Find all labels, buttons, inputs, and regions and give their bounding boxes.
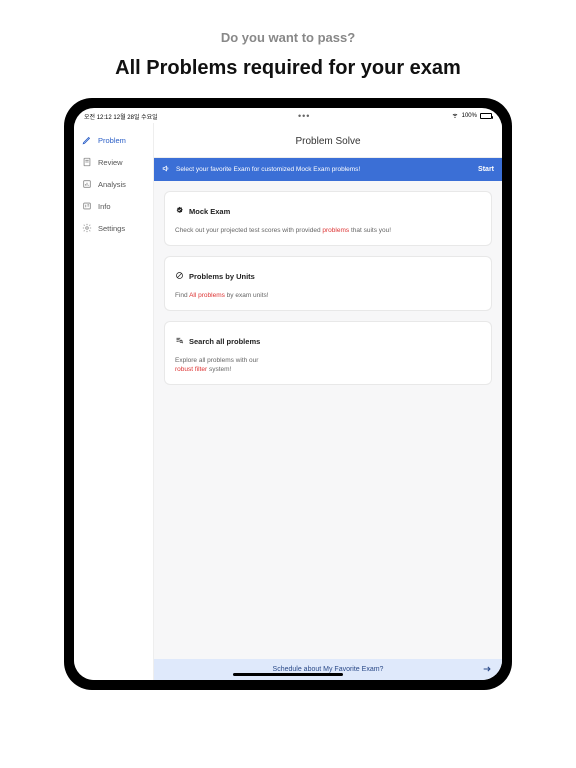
card-problems-units[interactable]: Problems by Units Find All problems by e… xyxy=(164,256,492,311)
status-right: 100% xyxy=(451,111,492,121)
card-body: Explore all problems with our robust fil… xyxy=(175,356,481,374)
tablet-frame: 오전 12:12 12월 28일 수요일 ••• 100% Problem xyxy=(64,98,512,690)
card-title: Search all problems xyxy=(189,337,260,346)
wifi-icon xyxy=(451,111,459,121)
arrow-right-icon xyxy=(482,664,492,676)
main-panel: Problem Solve Select your favorite Exam … xyxy=(154,123,502,680)
tablet-screen: 오전 12:12 12월 28일 수요일 ••• 100% Problem xyxy=(74,108,502,680)
marketing-header: Do you want to pass? All Problems requir… xyxy=(115,0,461,98)
info-icon xyxy=(82,201,92,211)
document-icon xyxy=(82,157,92,167)
sidebar-item-label: Analysis xyxy=(98,180,126,189)
sidebar-item-label: Settings xyxy=(98,224,125,233)
card-body: Check out your projected test scores wit… xyxy=(175,226,481,235)
marketing-title: All Problems required for your exam xyxy=(115,57,461,80)
pencil-icon xyxy=(82,135,92,145)
status-left: 오전 12:12 12월 28일 수요일 xyxy=(84,112,158,121)
card-body: Find All problems by exam units! xyxy=(175,291,481,300)
schedule-banner-text: Schedule about My Favorite Exam? xyxy=(273,666,384,673)
chart-icon xyxy=(82,179,92,189)
sidebar-item-review[interactable]: Review xyxy=(74,151,153,173)
sidebar-item-analysis[interactable]: Analysis xyxy=(74,173,153,195)
marketing-subtitle: Do you want to pass? xyxy=(115,30,461,45)
card-mock-exam[interactable]: Mock Exam Check out your projected test … xyxy=(164,191,492,246)
card-title: Mock Exam xyxy=(189,207,230,216)
battery-pct: 100% xyxy=(462,113,477,119)
home-indicator xyxy=(233,673,343,676)
checkbadge-icon xyxy=(175,202,184,220)
sidebar-item-settings[interactable]: Settings xyxy=(74,217,153,239)
search-list-icon xyxy=(175,332,184,350)
card-title: Problems by Units xyxy=(189,272,255,281)
status-time: 오전 12:12 xyxy=(84,115,112,121)
sidebar-item-label: Info xyxy=(98,202,111,211)
main-header: Problem Solve xyxy=(154,123,502,158)
sidebar: Problem Review Analysis xyxy=(74,123,154,680)
status-bar: 오전 12:12 12월 28일 수요일 ••• 100% xyxy=(74,108,502,123)
content-area: Mock Exam Check out your projected test … xyxy=(154,181,502,659)
banner-text: Select your favorite Exam for customized… xyxy=(176,166,360,173)
nosign-icon xyxy=(175,267,184,285)
card-search-problems[interactable]: Search all problems Explore all problems… xyxy=(164,321,492,385)
status-date: 12월 28일 수요일 xyxy=(113,115,157,121)
schedule-banner[interactable]: Schedule about My Favorite Exam? xyxy=(154,659,502,680)
gear-icon xyxy=(82,223,92,233)
app-body: Problem Review Analysis xyxy=(74,123,502,680)
banner-start-button[interactable]: Start xyxy=(478,166,494,173)
sidebar-item-label: Review xyxy=(98,158,123,167)
page-title: Problem Solve xyxy=(295,136,360,147)
promotion-banner[interactable]: Select your favorite Exam for customized… xyxy=(154,158,502,181)
megaphone-icon xyxy=(162,164,171,175)
battery-icon xyxy=(480,113,492,119)
status-center-dots: ••• xyxy=(298,111,310,121)
sidebar-item-label: Problem xyxy=(98,136,126,145)
sidebar-item-problem[interactable]: Problem xyxy=(74,129,153,151)
sidebar-item-info[interactable]: Info xyxy=(74,195,153,217)
